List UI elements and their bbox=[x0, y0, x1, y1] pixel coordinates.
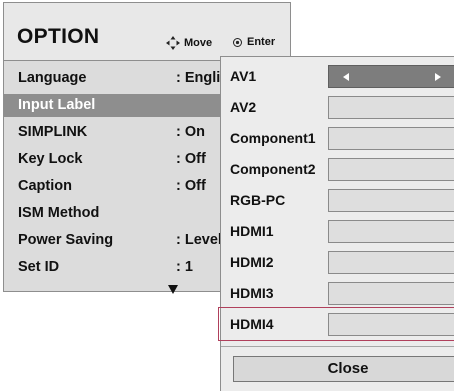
input-label: HDMI3 bbox=[230, 285, 274, 301]
label-field[interactable] bbox=[328, 282, 454, 305]
arrow-right-icon[interactable] bbox=[435, 73, 441, 81]
menu-item-value: : 1 bbox=[176, 259, 193, 275]
menu-item-label: ISM Method bbox=[18, 205, 100, 221]
menu-item-value: : Level bbox=[176, 232, 222, 248]
menu-header: OPTION Move Enter bbox=[4, 3, 290, 61]
menu-item-value: : On bbox=[176, 124, 205, 140]
label-field[interactable] bbox=[328, 313, 454, 336]
input-label: AV2 bbox=[230, 99, 257, 115]
menu-item-label: Caption bbox=[18, 178, 72, 194]
input-label: AV1 bbox=[230, 68, 257, 84]
input-label-popup: AV1 AV2 Component1 Component2 RGB-PC HDM… bbox=[218, 56, 454, 391]
label-selector[interactable] bbox=[328, 65, 454, 88]
label-field[interactable] bbox=[328, 158, 454, 181]
input-row-hdmi4[interactable]: HDMI4 bbox=[218, 307, 454, 341]
scroll-down-arrow-icon[interactable] bbox=[168, 285, 178, 294]
input-row-av1[interactable]: AV1 bbox=[221, 62, 454, 91]
menu-item-value: : Off bbox=[176, 151, 206, 167]
close-button[interactable]: Close bbox=[233, 356, 454, 382]
input-row-hdmi1[interactable]: HDMI1 bbox=[221, 217, 454, 246]
enter-hint: Enter bbox=[232, 36, 275, 48]
input-row-component1[interactable]: Component1 bbox=[221, 124, 454, 153]
label-field[interactable] bbox=[328, 251, 454, 274]
input-row-av2[interactable]: AV2 bbox=[221, 93, 454, 122]
enter-dot-icon bbox=[233, 37, 242, 47]
menu-item-value: : Off bbox=[176, 178, 206, 194]
label-field[interactable] bbox=[328, 127, 454, 150]
label-field[interactable] bbox=[328, 96, 454, 119]
input-label: HDMI4 bbox=[230, 316, 274, 332]
label-field[interactable] bbox=[328, 220, 454, 243]
menu-item-label: Power Saving bbox=[18, 232, 114, 248]
input-row-rgb-pc[interactable]: RGB-PC bbox=[221, 186, 454, 215]
menu-item-label: SIMPLINK bbox=[18, 124, 88, 140]
input-label: HDMI2 bbox=[230, 254, 274, 270]
move-hint-label: Move bbox=[184, 37, 213, 49]
input-row-component2[interactable]: Component2 bbox=[221, 155, 454, 184]
menu-title: OPTION bbox=[17, 25, 100, 48]
divider bbox=[221, 346, 454, 347]
input-row-hdmi2[interactable]: HDMI2 bbox=[221, 248, 454, 277]
menu-item-label: Key Lock bbox=[18, 151, 83, 167]
enter-hint-label: Enter bbox=[247, 36, 276, 48]
input-label: Component2 bbox=[230, 161, 316, 177]
menu-item-label: Set ID bbox=[18, 259, 60, 275]
menu-item-label: Language bbox=[18, 70, 87, 86]
move-hint: Move bbox=[166, 36, 212, 50]
input-label: HDMI1 bbox=[230, 223, 274, 239]
menu-item-label: Input Label bbox=[18, 97, 96, 113]
move-arrows-icon bbox=[166, 36, 180, 50]
input-label: RGB-PC bbox=[230, 192, 286, 208]
input-row-hdmi3[interactable]: HDMI3 bbox=[221, 279, 454, 308]
input-label: Component1 bbox=[230, 130, 316, 146]
menu-item-value: : Engli bbox=[176, 70, 221, 86]
label-field[interactable] bbox=[328, 189, 454, 212]
arrow-left-icon[interactable] bbox=[343, 73, 349, 81]
